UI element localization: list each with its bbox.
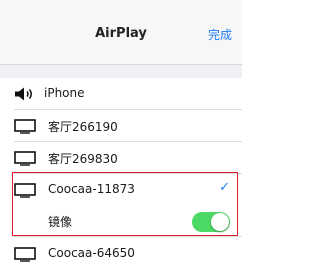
navigation-bar: AirPlay 完成 — [0, 0, 242, 65]
device-row-4[interactable]: Coocaa-64650 — [0, 238, 242, 270]
page-title: AirPlay — [95, 26, 147, 41]
row-divider — [14, 236, 242, 237]
tv-icon — [14, 247, 36, 262]
checkmark-icon: ✓ — [219, 180, 230, 195]
done-button[interactable]: 完成 — [208, 26, 232, 43]
device-label: 客厅269830 — [48, 152, 118, 166]
mirroring-toggle[interactable] — [192, 212, 230, 232]
section-gap — [0, 65, 242, 78]
tv-icon — [14, 119, 36, 134]
device-label: 客厅266190 — [48, 120, 118, 134]
device-label: Coocaa-11873 — [48, 182, 135, 196]
tv-icon — [14, 151, 36, 166]
tv-icon — [14, 183, 36, 198]
device-row-iphone[interactable]: iPhone — [0, 78, 242, 110]
mirroring-row: 镜像 — [0, 205, 242, 237]
mirroring-label: 镜像 — [48, 215, 73, 229]
speaker-icon — [15, 87, 32, 101]
device-row-2[interactable]: 客厅269830 — [0, 142, 242, 174]
toggle-knob — [211, 213, 229, 231]
device-row-selected[interactable]: Coocaa-11873 ✓ — [0, 174, 242, 206]
device-label: Coocaa-64650 — [48, 246, 135, 260]
device-label: iPhone — [44, 86, 85, 100]
device-row-1[interactable]: 客厅266190 — [0, 110, 242, 142]
